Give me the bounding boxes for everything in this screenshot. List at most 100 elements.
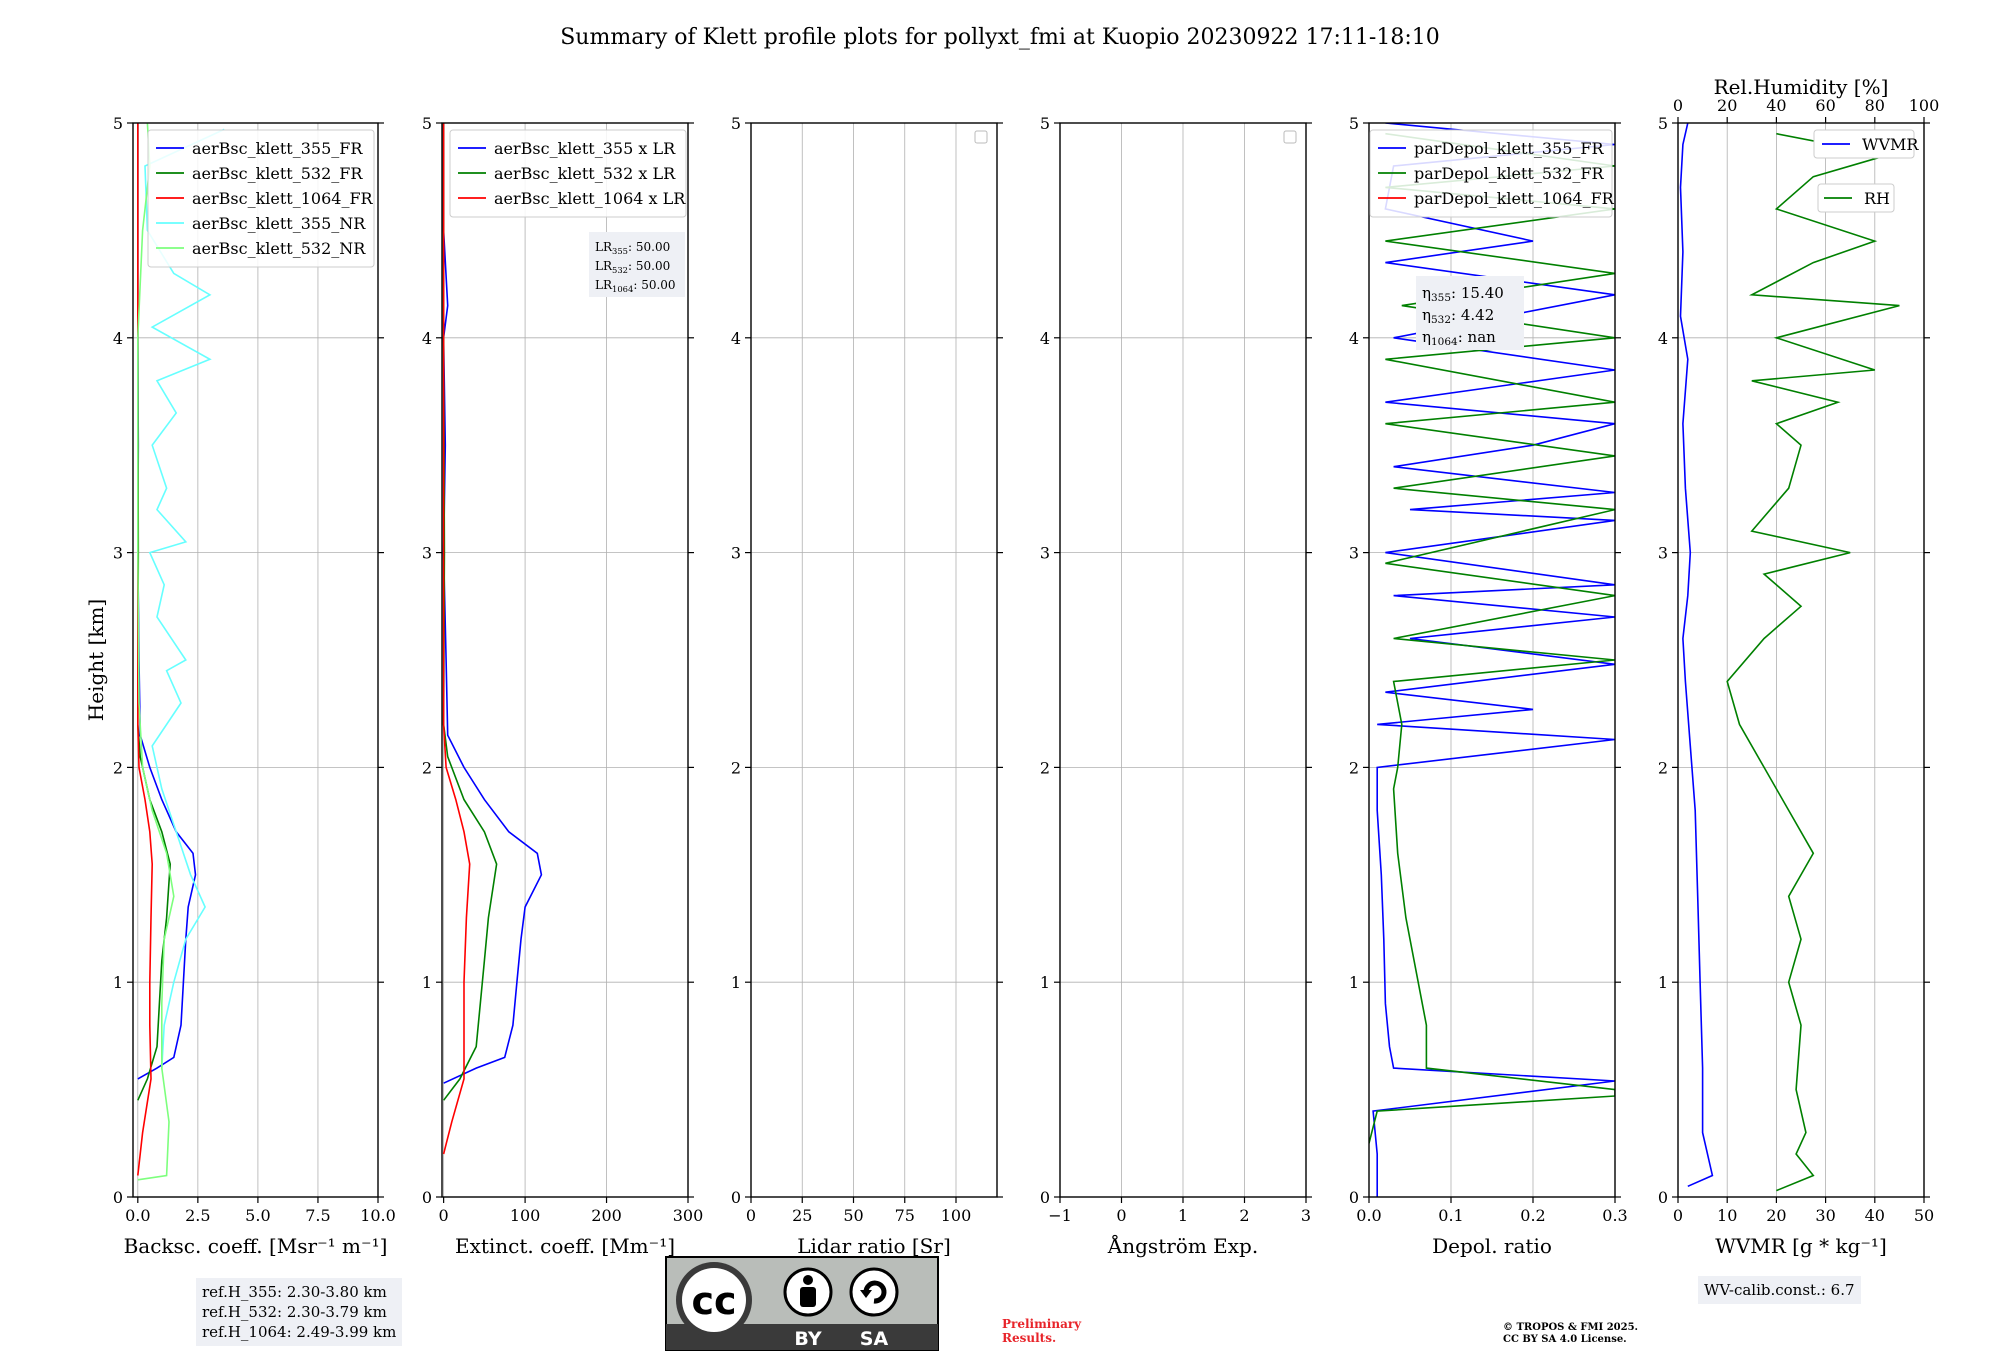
legend-label: aerBsc_klett_1064_FR (192, 189, 374, 208)
y-tick-label: 2 (1040, 758, 1050, 777)
x-axis-label: Lidar ratio [Sr] (797, 1234, 951, 1258)
top-axis-label: Rel.Humidity [%] (1714, 75, 1889, 99)
cc-by-sa-badge: cc BY SA (665, 1256, 939, 1351)
x-axis-label: Backsc. coeff. [Msr⁻¹ m⁻¹] (124, 1234, 388, 1258)
x-tick-label: 0.3 (1602, 1206, 1627, 1225)
panel-backscatter: 0.0 2.5 5.0 7.5 10.0 0 1 2 3 4 5 Backsc. coeff. [Ms… (84, 114, 396, 1258)
y-tick-label: 4 (422, 329, 432, 348)
x-tick-label: 0.0 (125, 1206, 150, 1225)
svg-text:cc: cc (691, 1279, 736, 1323)
x-tick-label: 5.0 (245, 1206, 270, 1225)
preliminary-line-1: Preliminary (1002, 1317, 1082, 1331)
y-tick-label: 4 (1658, 329, 1668, 348)
panel-water-vapor: 0 10 20 30 40 500123450 20 40 60 80 100Rel.Humidit… (1658, 75, 1939, 1258)
panel-depolarization: 0.0 0.1 0.2 0.3 0 1 2 3 4 5 Depol. ratio parDepol_k… (1349, 114, 1628, 1258)
copyright-line-2: CC BY SA 4.0 License. (1503, 1334, 1627, 1345)
y-tick-label: 0 (1658, 1188, 1668, 1207)
copyright-note: © TROPOS & FMI 2025. CC BY SA 4.0 Licens… (1503, 1322, 1638, 1346)
y-tick-label: 3 (1349, 544, 1359, 563)
x-tick-label: 2.5 (185, 1206, 210, 1225)
x-tick-label: 0.1 (1438, 1206, 1463, 1225)
series-line-RH (1726, 132, 1900, 1192)
annotation-text: LR532: 50.00 (595, 259, 670, 275)
x-tick-label: 3 (1301, 1206, 1311, 1225)
x-tick-label: 30 (1815, 1206, 1835, 1225)
legend-label: parDepol_klett_1064_FR (1414, 189, 1615, 208)
panels: 0.0 2.5 5.0 7.5 10.0012345Backsc. coeff. [Ms… (84, 75, 1939, 1258)
y-tick-label: 0 (731, 1188, 741, 1207)
badge-by-label: BY (794, 1328, 821, 1350)
legend-label: parDepol_klett_355_FR (1414, 139, 1605, 158)
top-x-tick-label: 0 (1673, 96, 1683, 115)
y-tick-label: 0 (1040, 1188, 1050, 1207)
empty-legend-box (1283, 130, 1297, 144)
x-axis-label: WVMR [g * kg⁻¹] (1715, 1234, 1887, 1258)
x-tick-label: 40 (1865, 1206, 1885, 1225)
y-tick-label: 5 (422, 114, 432, 133)
ref-height-1064: ref.H_1064: 2.49-3.99 km (202, 1323, 397, 1341)
series-line-aerBsc_klett_1064 x LR (442, 123, 471, 1155)
axes-frame (1677, 122, 1925, 1198)
share-alike-icon (849, 1267, 899, 1317)
top-x-tick-label: 100 (1909, 96, 1940, 115)
x-tick-label: 2 (1239, 1206, 1249, 1225)
y-tick-label: 4 (1040, 329, 1050, 348)
x-tick-label: 75 (895, 1206, 915, 1225)
x-tick-label: 200 (591, 1206, 622, 1225)
panel-lidar-ratio: 0 25 50 75 100 0 1 2 3 4 5 Lidar ratio [Sr] (731, 114, 1003, 1258)
y-tick-label: 0 (1349, 1188, 1359, 1207)
y-tick-label: 1 (113, 973, 123, 992)
annotation-text: LR1064: 50.00 (595, 278, 676, 294)
y-tick-label: 1 (1040, 973, 1050, 992)
y-tick-label: 2 (113, 758, 123, 777)
x-axis-label: Ångström Exp. (1107, 1233, 1258, 1258)
y-tick-label: 1 (1349, 973, 1359, 992)
x-tick-label: 50 (843, 1206, 863, 1225)
x-tick-label: 0 (439, 1206, 449, 1225)
x-tick-label: 0 (746, 1206, 756, 1225)
x-tick-label: 0.0 (1356, 1206, 1381, 1225)
x-tick-label: 50 (1914, 1206, 1934, 1225)
legend-label: aerBsc_klett_532_NR (192, 239, 366, 258)
y-axis-label: Height [km] (84, 599, 108, 721)
y-tick-label: 1 (731, 973, 741, 992)
x-tick-label: 25 (792, 1206, 812, 1225)
ref-height-532: ref.H_532: 2.30-3.79 km (202, 1303, 387, 1321)
wv-calibration-box: WV-calib.const.: 6.7 (1698, 1276, 1861, 1304)
x-axis-label: Depol. ratio (1432, 1234, 1552, 1258)
x-axis-label: Extinct. coeff. [Mm⁻¹] (455, 1234, 675, 1258)
x-tick-label: 0.2 (1520, 1206, 1545, 1225)
y-tick-label: 5 (731, 114, 741, 133)
series-line-aerBsc_klett_532 x LR (442, 123, 498, 1101)
figure-canvas: Summary of Klett profile plots for polly… (84, 25, 1939, 1351)
annotation-text: LR355: 50.00 (595, 240, 670, 256)
panel-angstrom: −1 0 1 2 3012345Ångström Exp. (1040, 114, 1312, 1258)
reference-heights-box: ref.H_355: 2.30-3.80 km ref.H_532: 2.30-… (196, 1278, 403, 1346)
legend-label: RH (1864, 189, 1890, 208)
x-tick-label: 0 (1116, 1206, 1126, 1225)
legend-label: aerBsc_klett_355_NR (192, 214, 366, 233)
x-tick-label: 0 (1673, 1206, 1683, 1225)
y-tick-label: 5 (1658, 114, 1668, 133)
y-tick-label: 1 (422, 973, 432, 992)
preliminary-note: Preliminary Results. (1002, 1317, 1081, 1345)
x-tick-label: 100 (510, 1206, 541, 1225)
legend-label: aerBsc_klett_1064 x LR (494, 189, 686, 208)
y-tick-label: 3 (1040, 544, 1050, 563)
copyright-line-1: © TROPOS & FMI 2025. (1503, 1322, 1639, 1333)
y-tick-label: 4 (113, 329, 123, 348)
ref-height-355: ref.H_355: 2.30-3.80 km (202, 1283, 387, 1301)
y-tick-label: 3 (113, 544, 123, 563)
y-tick-label: 0 (113, 1188, 123, 1207)
x-tick-label: 10.0 (360, 1206, 396, 1225)
legend-label: parDepol_klett_532_FR (1414, 164, 1605, 183)
x-tick-label: 7.5 (305, 1206, 330, 1225)
y-tick-label: 3 (731, 544, 741, 563)
x-tick-label: 1 (1178, 1206, 1188, 1225)
legend-label: aerBsc_klett_355_FR (192, 139, 363, 158)
figure-title: Summary of Klett profile plots for polly… (560, 25, 1440, 50)
series-line-WVMR (1679, 123, 1714, 1188)
empty-legend-box (974, 130, 988, 144)
x-tick-label: 20 (1766, 1206, 1786, 1225)
y-tick-label: 2 (422, 758, 432, 777)
